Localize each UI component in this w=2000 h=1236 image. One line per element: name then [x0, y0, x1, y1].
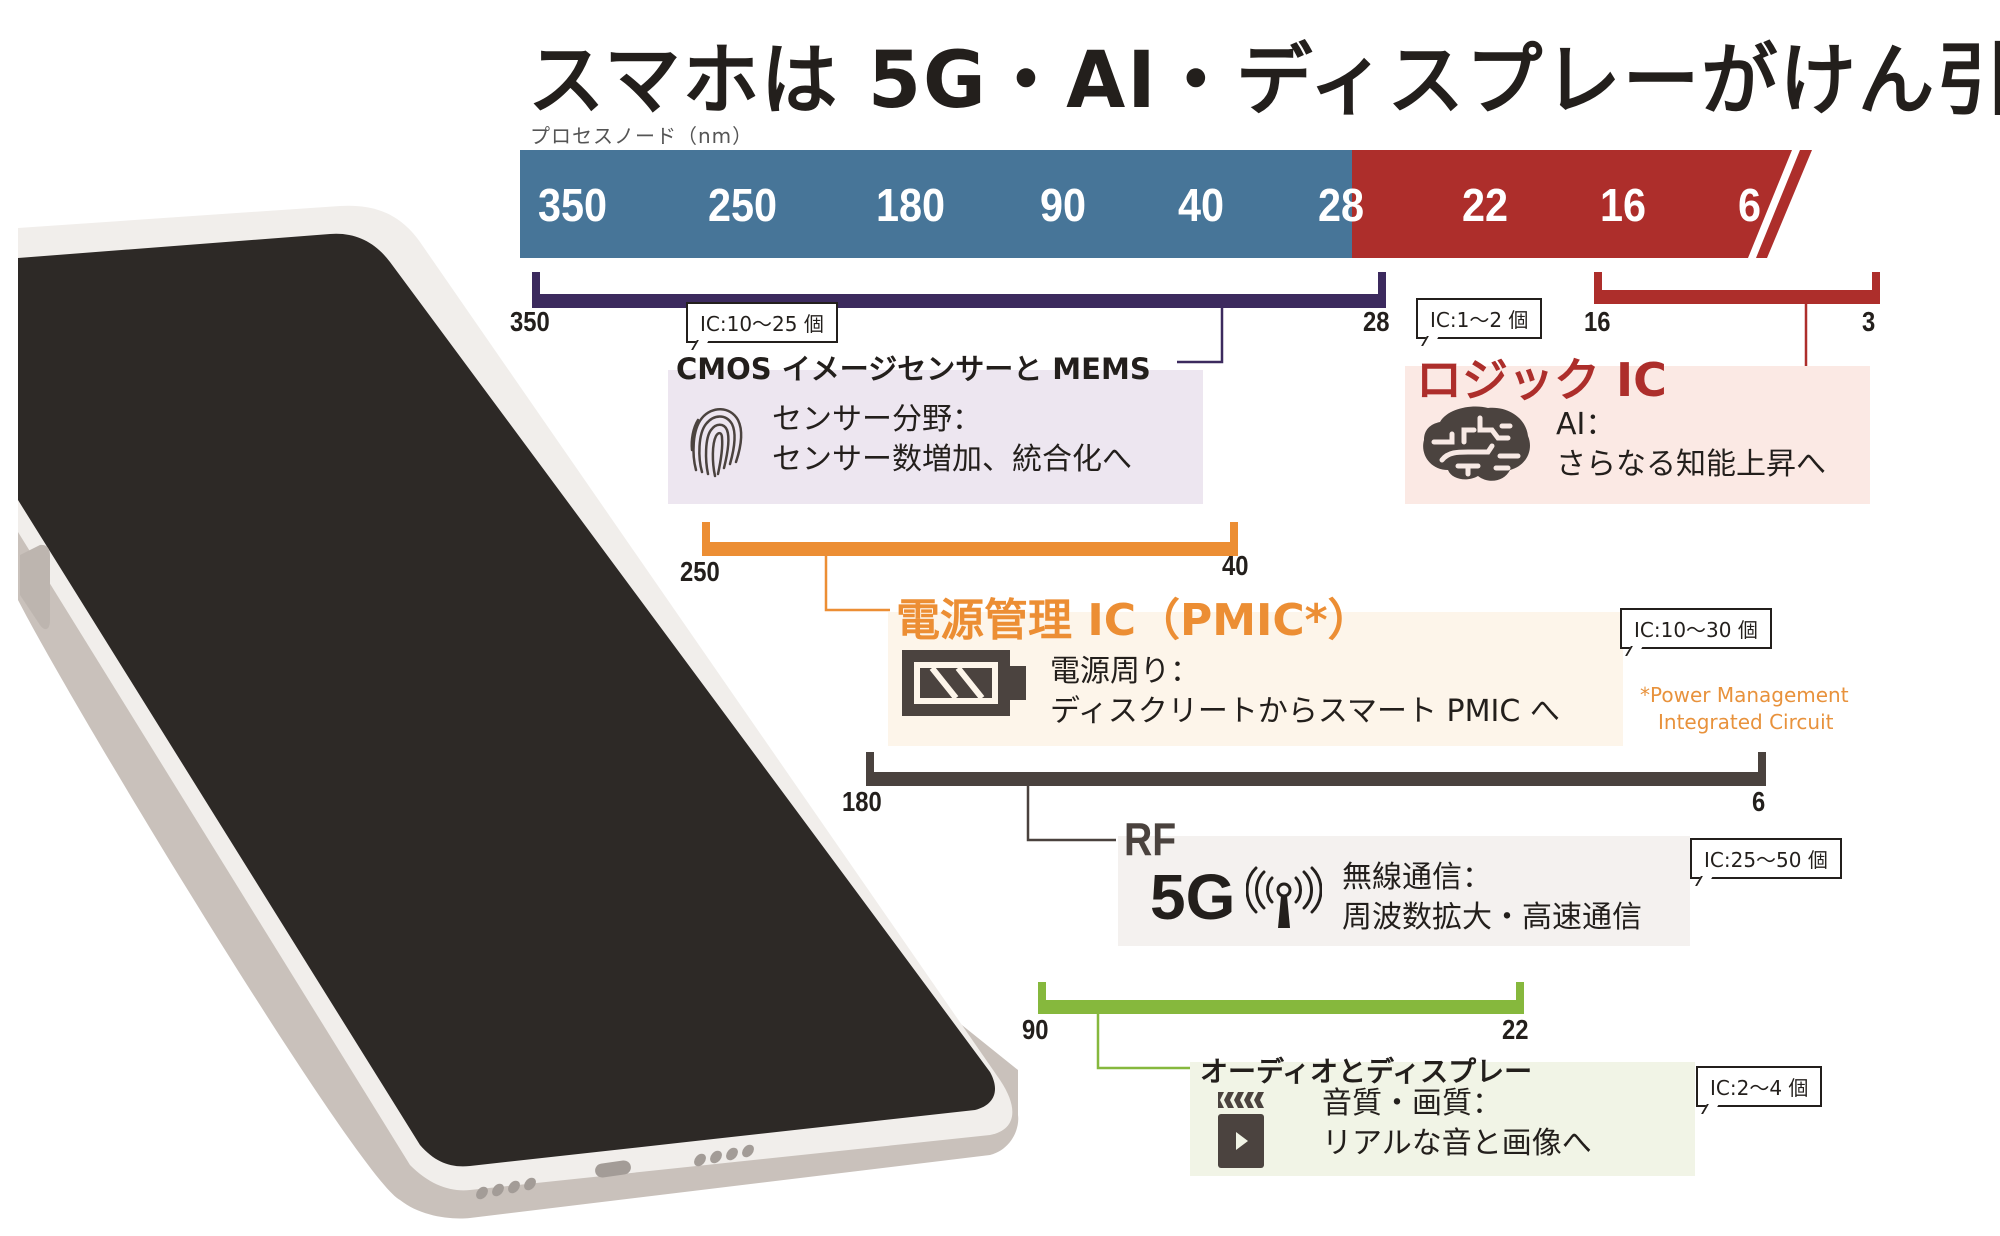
node-label: 250: [708, 179, 778, 231]
antenna-icon: [1246, 866, 1322, 928]
logic-range-end: 3: [1862, 306, 1876, 337]
logic-text-line2: さらなる知能上昇へ: [1556, 447, 1826, 482]
callout-tail: [1695, 876, 1713, 886]
rf-ic-count-callout: IC:25〜50 個: [1690, 838, 1842, 886]
ic-count: IC:2〜4 個: [1710, 1076, 1809, 1100]
fingerprint-icon: [690, 408, 743, 478]
cmos-ic-count-callout: IC:10〜25 個: [686, 302, 838, 350]
rf-5g-label: 5G: [1150, 861, 1236, 933]
axis-caption: プロセスノード（nm）: [530, 124, 754, 148]
pmic-heading: 電源管理 IC（PMIC*）: [896, 595, 1372, 646]
cmos-range-end: 28: [1363, 306, 1390, 337]
rf-range-bracket: [866, 752, 1766, 842]
rf-text-line1: 無線通信：: [1342, 860, 1492, 895]
ic-count: IC:25〜50 個: [1704, 848, 1828, 872]
page-title: スマホは 5G・AI・ディスプレーがけん引: [528, 36, 2000, 126]
audio-range-end: 22: [1502, 1014, 1529, 1045]
cmos-range-start: 350: [510, 306, 550, 337]
callout-tail: [1701, 1104, 1719, 1114]
pmic-range-end: 40: [1222, 550, 1249, 581]
node-label: 22: [1462, 179, 1509, 231]
node-label: 16: [1600, 179, 1647, 231]
rf-heading: RF: [1124, 813, 1177, 865]
node-label: 3: [1846, 179, 1870, 231]
pmic-ic-count-callout: IC:10〜30 個: [1620, 608, 1772, 656]
audio-text-line1: 音質・画質：: [1322, 1086, 1502, 1121]
brain-icon: [1423, 406, 1530, 481]
node-label: 90: [1040, 179, 1087, 231]
audio-text-line2: リアルな音と画像へ: [1322, 1126, 1592, 1161]
pmic-range-start: 250: [680, 556, 720, 587]
cmos-heading: CMOS イメージセンサーと MEMS: [676, 352, 1151, 386]
footnote-line1: *Power Management: [1640, 683, 1849, 707]
rf-range-end: 6: [1752, 786, 1766, 817]
logic-text-line1: AI：: [1556, 407, 1616, 442]
node-label: 40: [1178, 179, 1225, 231]
logic-ic-count-callout: IC:1〜2 個: [1416, 298, 1543, 346]
pmic-footnote: *Power Management Integrated Circuit: [1640, 682, 1849, 736]
pmic-text-line1: 電源周り：: [1050, 654, 1200, 689]
rf-range-start: 180: [842, 786, 882, 817]
phone-side-button: [20, 544, 50, 630]
audio-range-start: 90: [1022, 1014, 1049, 1045]
advanced-node-segment: [1352, 150, 1792, 258]
node-label: 28: [1318, 179, 1365, 231]
cmos-text-line1: センサー分野：: [772, 402, 982, 437]
callout-tail: [1625, 646, 1643, 656]
footnote-line2: Integrated Circuit: [1658, 710, 1834, 734]
battery-icon: [902, 650, 1026, 716]
pmic-text-line2: ディスクリートからスマート PMIC へ: [1050, 694, 1560, 729]
cmos-text-line2: センサー数増加、統合化へ: [772, 442, 1132, 477]
node-label: 350: [538, 179, 608, 231]
ic-count: IC:1〜2 個: [1430, 308, 1529, 332]
logic-range-start: 16: [1584, 306, 1611, 337]
logic-heading: ロジック IC: [1416, 353, 1667, 407]
ic-count: IC:10〜25 個: [700, 312, 824, 336]
node-label: 180: [876, 179, 946, 231]
rf-text-line2: 周波数拡大・高速通信: [1342, 900, 1642, 935]
ic-count: IC:10〜30 個: [1634, 618, 1758, 642]
audio-ic-count-callout: IC:2〜4 個: [1696, 1066, 1823, 1114]
node-label: 6: [1738, 179, 1762, 231]
clapperboard-icon: [1218, 1092, 1264, 1168]
